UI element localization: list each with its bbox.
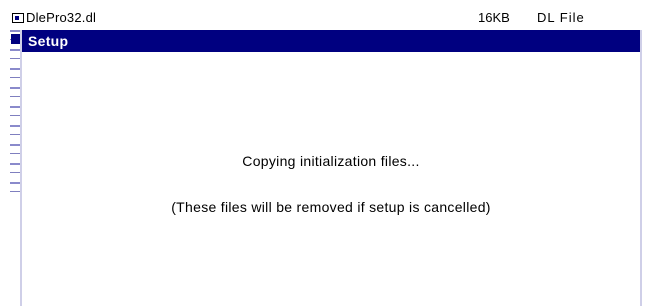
file-name: DlePro32.dl	[26, 10, 97, 25]
background-window-titlebar-edge	[11, 34, 20, 44]
file-icon	[12, 13, 24, 23]
background-file-row[interactable]: DlePro32.dl 16KB DL File	[0, 0, 648, 30]
copying-status-message: Copying initialization files...	[242, 153, 420, 169]
file-type: DL File	[537, 10, 585, 25]
setup-title-bar[interactable]: Setup	[22, 30, 640, 52]
file-size: 16KB	[478, 10, 510, 25]
cancel-note-message: (These files will be removed if setup is…	[171, 199, 491, 215]
screen: DlePro32.dl 16KB DL File Setup Copying i…	[0, 0, 648, 306]
setup-title: Setup	[28, 33, 69, 49]
background-window-edge	[10, 30, 20, 198]
setup-dialog: Setup Copying initialization files... (T…	[20, 30, 642, 306]
